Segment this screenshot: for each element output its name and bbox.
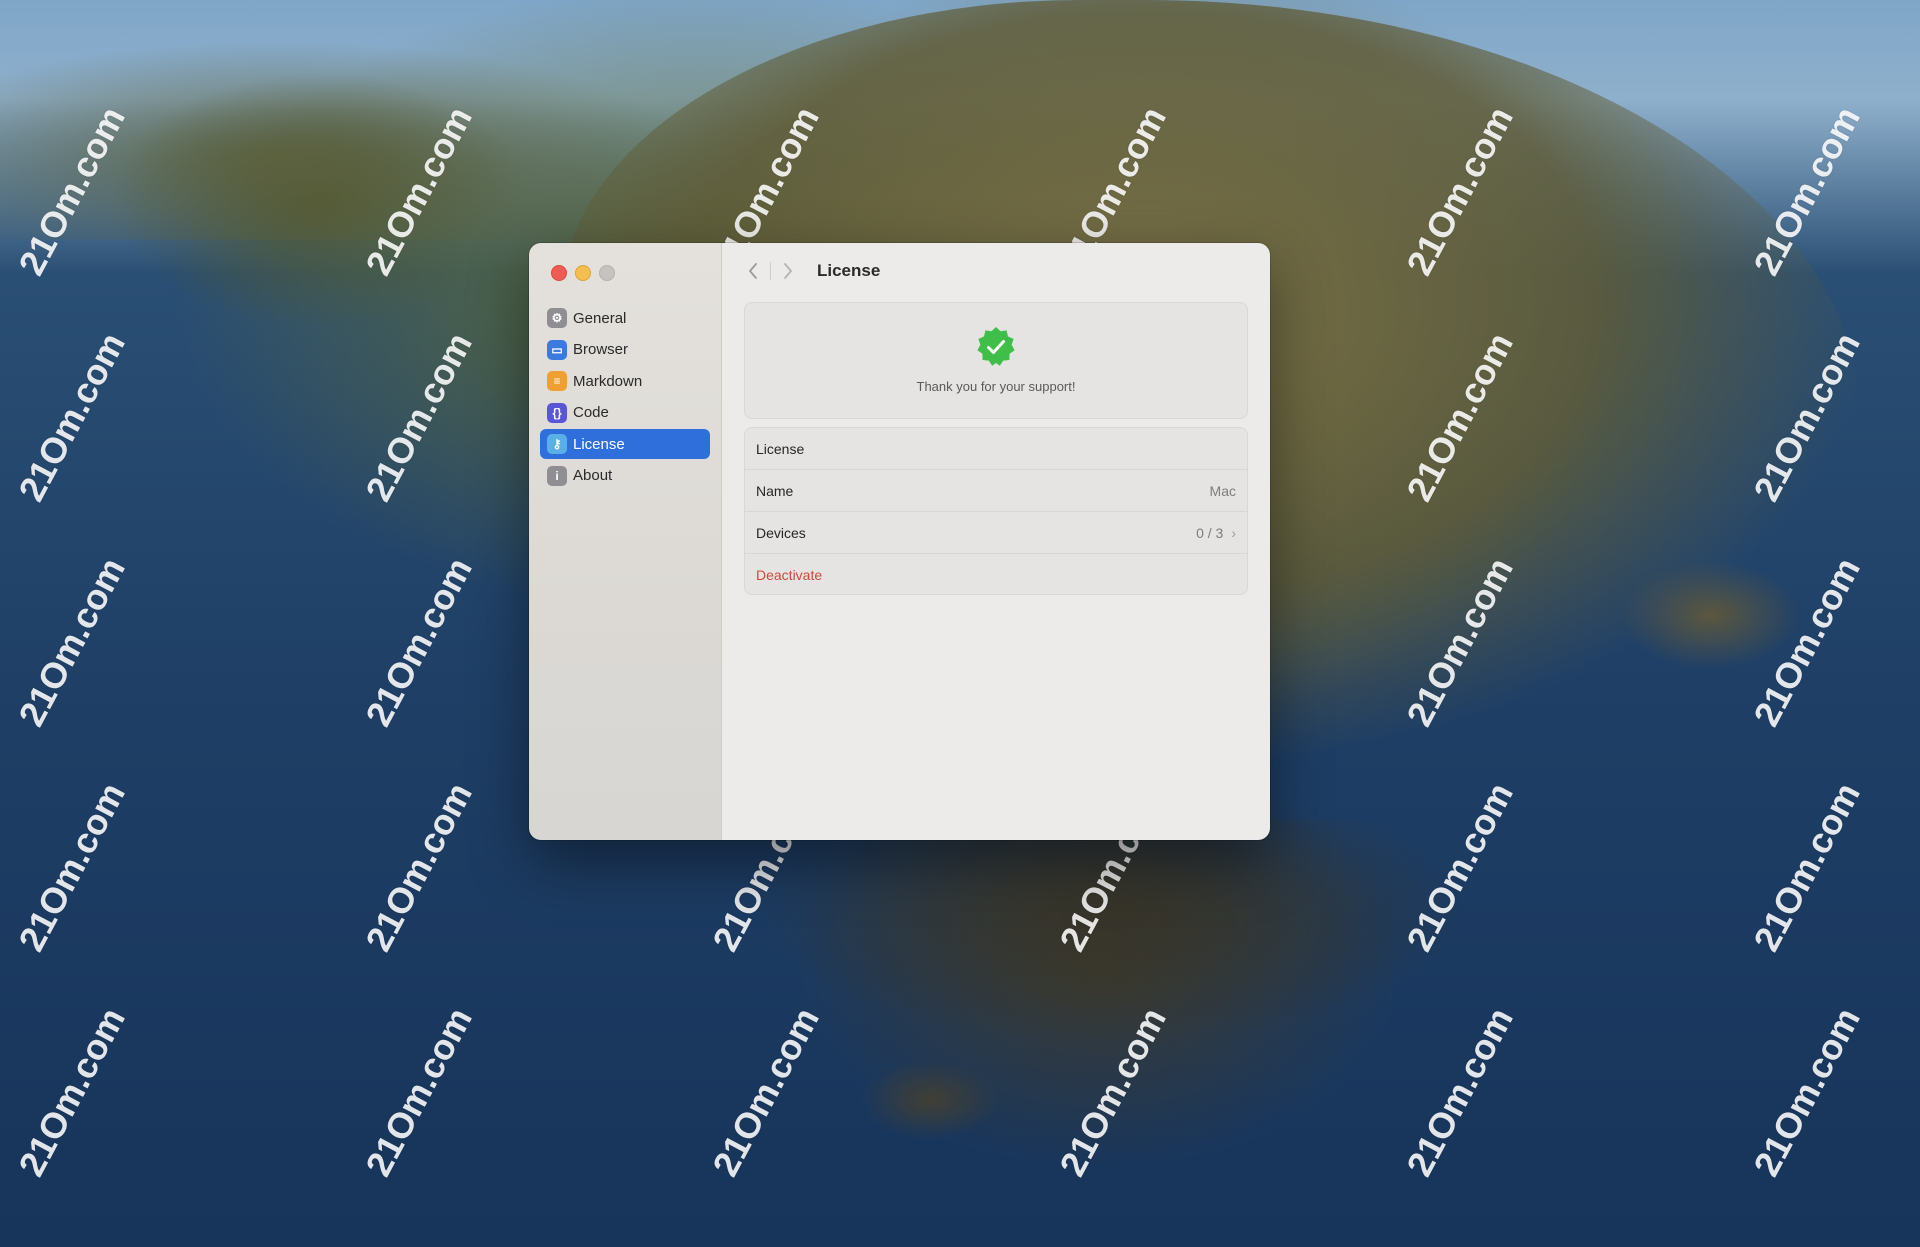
name-label: Name <box>756 482 794 499</box>
wallpaper-islet <box>1620 560 1800 670</box>
wallpaper-rock <box>860 1060 1000 1140</box>
sidebar-list: ⚙ General ▭ Browser ≡ Markdown {} Code ⚷… <box>540 303 710 492</box>
devices-value-group: 0 / 3 › <box>1196 525 1236 541</box>
watermark: 21Om.com <box>357 1000 480 1183</box>
deactivate-row: Deactivate <box>745 554 1247 595</box>
license-header-row: License <box>745 428 1247 470</box>
chevron-left-icon <box>749 263 757 279</box>
sidebar-item-code[interactable]: {} Code <box>540 398 710 428</box>
content-pane: License Thank you for your support! Lice… <box>722 243 1270 840</box>
sidebar-item-general[interactable]: ⚙ General <box>540 303 710 333</box>
sidebar-item-label: Markdown <box>573 372 643 390</box>
sidebar-item-license[interactable]: ⚷ License <box>540 429 710 459</box>
gear-icon: ⚙ <box>547 308 567 328</box>
browser-window-icon: ▭ <box>547 339 567 360</box>
sidebar-item-label: About <box>573 467 613 484</box>
close-button[interactable] <box>551 265 567 281</box>
devices-label: Devices <box>756 524 806 541</box>
forward-button[interactable] <box>777 259 799 283</box>
license-header: License <box>756 440 805 457</box>
watermark: 21Om.com <box>357 775 480 958</box>
thank-you-message: Thank you for your support! <box>916 379 1076 394</box>
license-status-card: Thank you for your support! <box>744 302 1248 419</box>
back-button[interactable] <box>742 259 764 283</box>
page-title: License <box>817 261 881 280</box>
toolbar: License <box>722 243 1270 299</box>
toolbar-divider <box>770 262 771 280</box>
window-controls <box>551 265 615 281</box>
sidebar-item-label: License <box>573 435 625 453</box>
document-icon: ≡ <box>547 371 567 391</box>
sidebar-item-label: General <box>573 309 627 327</box>
sidebar-item-label: Code <box>573 404 609 421</box>
sidebar: ⚙ General ▭ Browser ≡ Markdown {} Code ⚷… <box>529 243 722 840</box>
devices-value: 0 / 3 <box>1196 524 1224 541</box>
watermark: 21Om.com <box>1745 1000 1868 1183</box>
zoom-button[interactable] <box>599 265 615 281</box>
license-details-card: License Name Mac Devices 0 / 3 › Deactiv… <box>744 427 1248 595</box>
watermark: 21Om.com <box>357 550 480 733</box>
name-row: Name Mac <box>745 470 1247 512</box>
sidebar-item-about[interactable]: i About <box>540 461 710 491</box>
devices-row[interactable]: Devices 0 / 3 › <box>745 512 1247 554</box>
deactivate-button[interactable]: Deactivate <box>756 567 822 583</box>
minimize-button[interactable] <box>575 265 591 281</box>
sidebar-item-browser[interactable]: ▭ Browser <box>540 335 710 365</box>
sidebar-item-label: Browser <box>573 341 629 358</box>
verified-check-badge-icon <box>977 327 1015 366</box>
sidebar-item-markdown[interactable]: ≡ Markdown <box>540 366 710 396</box>
watermark: 21Om.com <box>10 325 133 508</box>
chevron-right-icon: › <box>1231 524 1236 541</box>
settings-window: ⚙ General ▭ Browser ≡ Markdown {} Code ⚷… <box>529 243 1270 840</box>
chevron-right-icon <box>784 263 792 279</box>
info-icon: i <box>547 465 567 486</box>
watermark: 21Om.com <box>357 325 480 508</box>
watermark: 21Om.com <box>10 550 133 733</box>
wallpaper-rocks <box>760 820 1460 1040</box>
watermark: 21Om.com <box>10 1000 133 1183</box>
watermark: 21Om.com <box>10 775 133 958</box>
braces-icon: {} <box>547 402 567 423</box>
watermark: 21Om.com <box>1745 775 1868 958</box>
key-icon: ⚷ <box>547 434 567 454</box>
name-value: Mac <box>1209 482 1236 499</box>
